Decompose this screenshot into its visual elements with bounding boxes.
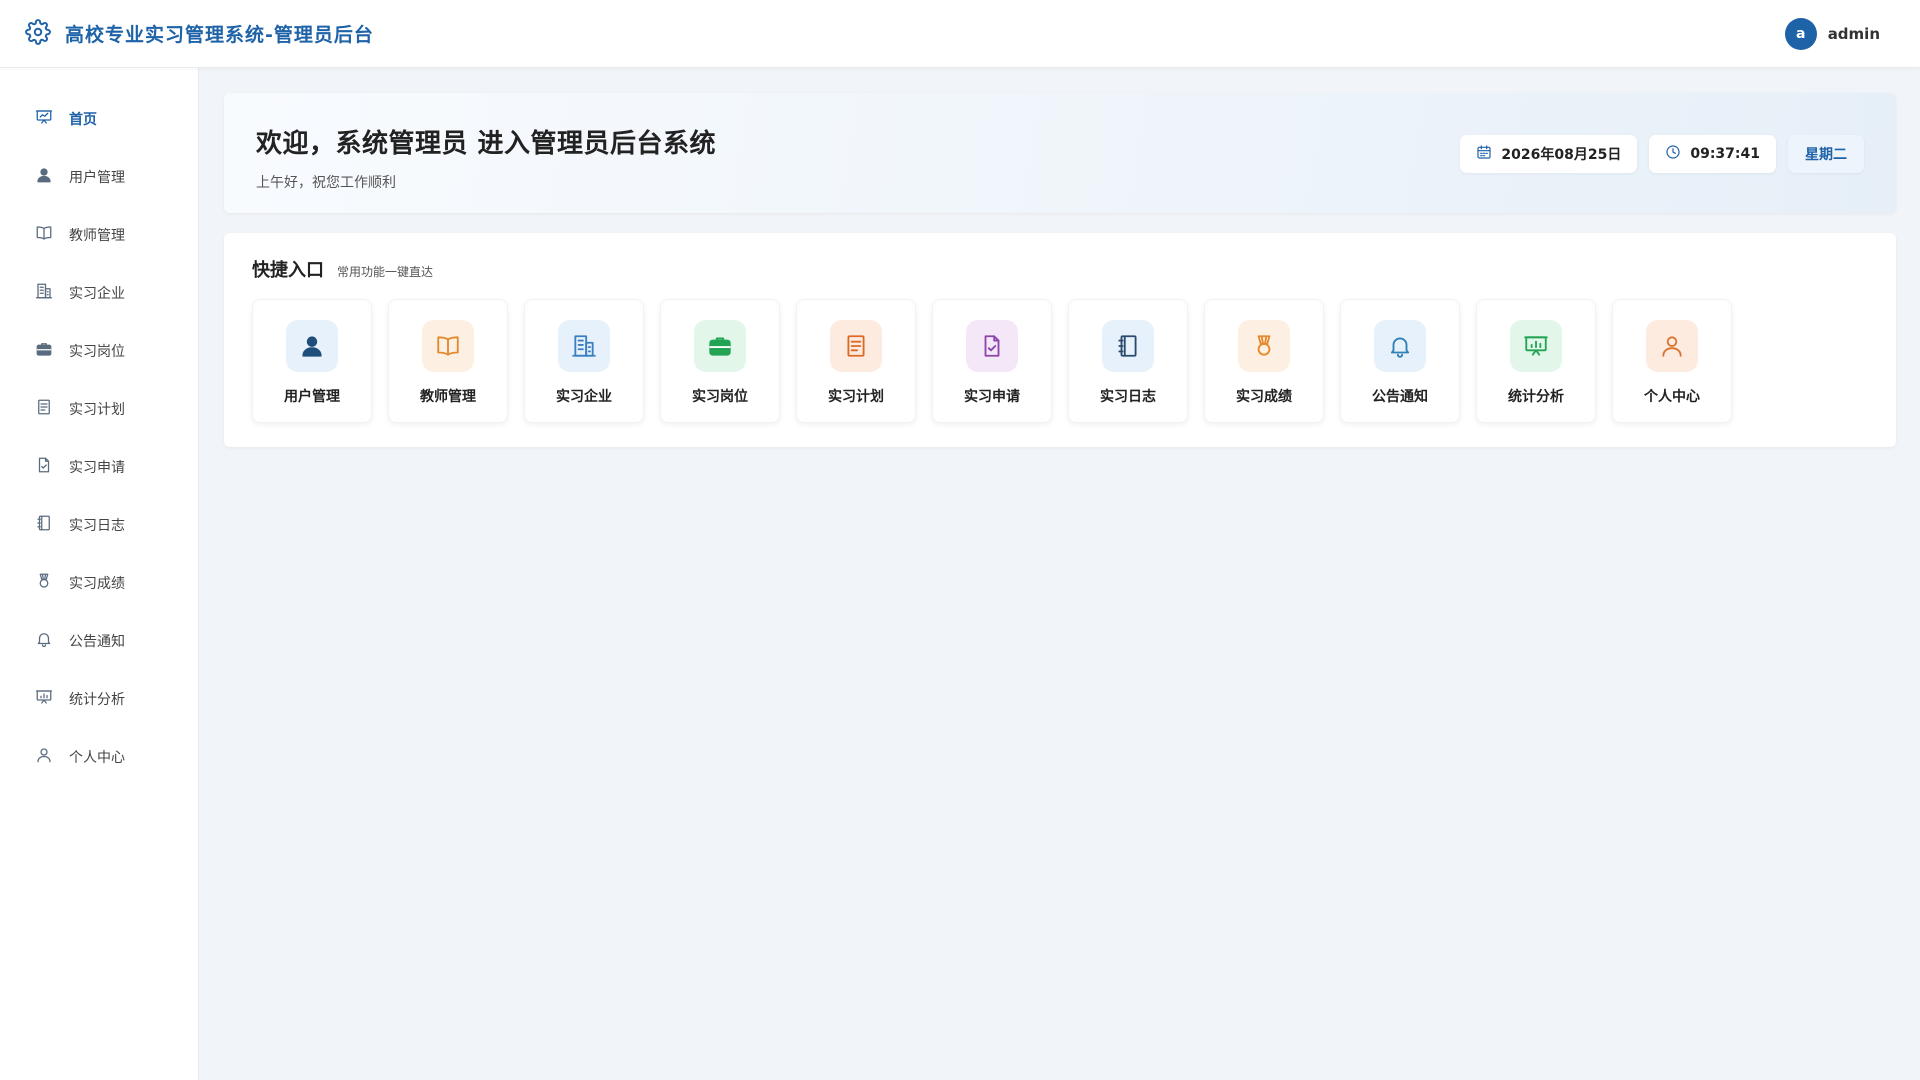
sidebar-item-label: 实习成绩	[69, 576, 125, 592]
time-text: 09:37:41	[1690, 146, 1760, 162]
quick-card-label: 公告通知	[1372, 389, 1428, 405]
quick-card-label: 实习计划	[828, 389, 884, 405]
sidebar-item-label: 公告通知	[69, 634, 125, 650]
date-text: 2026年08月25日	[1501, 147, 1622, 163]
person-icon	[35, 746, 53, 768]
quick-access-panel: 快捷入口 常用功能一键直达 用户管理 教师管理 实习企业 实习岗位 实习计划 实习申请 实习…	[224, 233, 1896, 447]
avatar[interactable]: a	[1784, 17, 1817, 50]
quick-card-9[interactable]: 统计分析	[1476, 299, 1596, 423]
file-check-icon	[35, 456, 53, 478]
quick-card-0[interactable]: 用户管理	[252, 299, 372, 423]
document-icon	[830, 320, 882, 372]
sidebar-item-3[interactable]: 实习企业	[0, 264, 198, 322]
welcome-subtitle: 上午好，祝您工作顺利	[256, 175, 396, 191]
quick-card-4[interactable]: 实习计划	[796, 299, 916, 423]
clock-icon	[1665, 144, 1690, 164]
sidebar-item-4[interactable]: 实习岗位	[0, 322, 198, 380]
building-icon	[558, 320, 610, 372]
presentation-chart-icon	[35, 108, 53, 130]
sidebar-item-label: 统计分析	[69, 692, 125, 708]
sidebar-item-11[interactable]: 个人中心	[0, 728, 198, 786]
date-pill: 2026年08月25日	[1460, 135, 1638, 173]
book-icon	[422, 320, 474, 372]
sidebar-item-2[interactable]: 教师管理	[0, 206, 198, 264]
medal-icon	[1238, 320, 1290, 372]
calendar-icon	[1476, 144, 1501, 164]
quick-card-2[interactable]: 实习企业	[524, 299, 644, 423]
sidebar-item-label: 教师管理	[69, 228, 125, 244]
quick-card-label: 统计分析	[1508, 389, 1564, 405]
user-icon	[35, 166, 53, 188]
quick-card-label: 实习日志	[1100, 389, 1156, 405]
sidebar-item-label: 实习申请	[69, 460, 125, 476]
welcome-banner: 欢迎，系统管理员 进入管理员后台系统 上午好，祝您工作顺利 2026年08月25…	[224, 93, 1896, 213]
sidebar: 首页用户管理教师管理实习企业实习岗位实习计划实习申请实习日志实习成绩公告通知统计…	[0, 68, 199, 1080]
book-icon	[35, 224, 53, 246]
datetime-pills: 2026年08月25日 09:37:41 星期二	[1448, 135, 1864, 173]
quick-card-label: 实习申请	[964, 389, 1020, 405]
time-pill: 09:37:41	[1649, 135, 1776, 173]
gear-icon[interactable]	[25, 18, 51, 49]
quick-access-cards: 用户管理 教师管理 实习企业 实习岗位 实习计划 实习申请 实习日志 实习成绩 公告通知 统计分析…	[252, 299, 1868, 423]
sidebar-item-10[interactable]: 统计分析	[0, 670, 198, 728]
sidebar-item-6[interactable]: 实习申请	[0, 438, 198, 496]
briefcase-icon	[694, 320, 746, 372]
quick-card-label: 教师管理	[420, 389, 476, 405]
brand: 高校专业实习管理系统-管理员后台	[25, 18, 374, 49]
quick-access-title: 快捷入口	[252, 260, 324, 281]
sidebar-item-label: 用户管理	[69, 170, 125, 186]
user-menu[interactable]: a admin	[1784, 17, 1880, 50]
sidebar-item-7[interactable]: 实习日志	[0, 496, 198, 554]
sidebar-item-label: 首页	[69, 112, 97, 128]
notebook-icon	[1102, 320, 1154, 372]
file-check-icon	[966, 320, 1018, 372]
bell-icon	[1374, 320, 1426, 372]
quick-card-label: 实习成绩	[1236, 389, 1292, 405]
quick-card-8[interactable]: 公告通知	[1340, 299, 1460, 423]
sidebar-item-1[interactable]: 用户管理	[0, 148, 198, 206]
notebook-icon	[35, 514, 53, 536]
quick-card-10[interactable]: 个人中心	[1612, 299, 1732, 423]
chart-board-icon	[1510, 320, 1562, 372]
medal-icon	[35, 572, 53, 594]
sidebar-item-5[interactable]: 实习计划	[0, 380, 198, 438]
username[interactable]: admin	[1828, 25, 1880, 43]
quick-card-6[interactable]: 实习日志	[1068, 299, 1188, 423]
quick-card-3[interactable]: 实习岗位	[660, 299, 780, 423]
weekday-text: 星期二	[1805, 147, 1847, 163]
chart-board-icon	[35, 688, 53, 710]
quick-card-7[interactable]: 实习成绩	[1204, 299, 1324, 423]
app-title: 高校专业实习管理系统-管理员后台	[65, 24, 374, 46]
sidebar-item-9[interactable]: 公告通知	[0, 612, 198, 670]
quick-card-label: 个人中心	[1644, 389, 1700, 405]
quick-card-label: 实习岗位	[692, 389, 748, 405]
sidebar-item-label: 实习日志	[69, 518, 125, 534]
briefcase-icon	[35, 340, 53, 362]
person-icon	[1646, 320, 1698, 372]
sidebar-item-8[interactable]: 实习成绩	[0, 554, 198, 612]
quick-card-5[interactable]: 实习申请	[932, 299, 1052, 423]
sidebar-item-label: 实习岗位	[69, 344, 125, 360]
user-icon	[286, 320, 338, 372]
sidebar-item-0[interactable]: 首页	[0, 90, 198, 148]
quick-card-label: 用户管理	[284, 389, 340, 405]
quick-access-header: 快捷入口 常用功能一键直达	[252, 256, 1868, 282]
document-icon	[35, 398, 53, 420]
bell-icon	[35, 630, 53, 652]
top-header: 高校专业实习管理系统-管理员后台 a admin	[0, 0, 1920, 68]
quick-access-subtitle: 常用功能一键直达	[337, 265, 434, 279]
quick-card-1[interactable]: 教师管理	[388, 299, 508, 423]
sidebar-item-label: 个人中心	[69, 750, 125, 766]
sidebar-item-label: 实习计划	[69, 402, 125, 418]
weekday-pill: 星期二	[1788, 135, 1864, 173]
sidebar-item-label: 实习企业	[69, 286, 125, 302]
quick-card-label: 实习企业	[556, 389, 612, 405]
main-content: 欢迎，系统管理员 进入管理员后台系统 上午好，祝您工作顺利 2026年08月25…	[224, 93, 1896, 447]
building-icon	[35, 282, 53, 304]
